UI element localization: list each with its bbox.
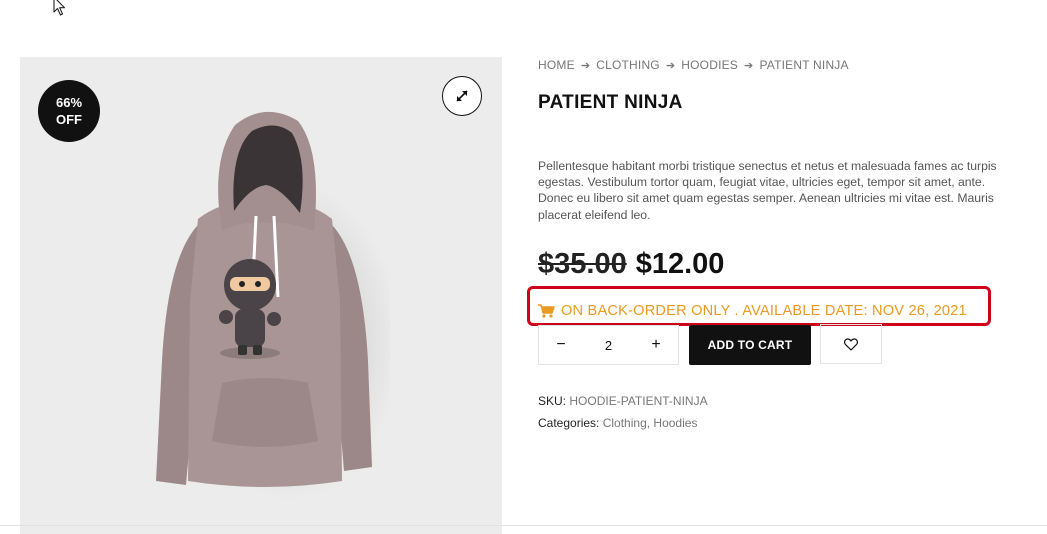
sale-price: $12.00 bbox=[635, 248, 725, 280]
sku-label: SKU: bbox=[538, 394, 567, 408]
old-price: $35.00 bbox=[538, 248, 627, 280]
sale-badge-text: OFF bbox=[56, 112, 82, 127]
product-title: PATIENT NINJA bbox=[538, 92, 683, 113]
quantity-decrease-button[interactable]: − bbox=[539, 326, 583, 364]
arrow-right-icon: ➔ bbox=[744, 59, 754, 72]
sale-badge: 66% OFF bbox=[38, 80, 100, 142]
stock-notice: ON BACK-ORDER ONLY . AVAILABLE DATE: NOV… bbox=[538, 303, 967, 319]
breadcrumb-clothing[interactable]: CLOTHING bbox=[596, 58, 660, 72]
sku-line: SKU: HOODIE-PATIENT-NINJA bbox=[538, 394, 708, 408]
sku-value: HOODIE-PATIENT-NINJA bbox=[569, 394, 708, 408]
category-link-hoodies[interactable]: Hoodies bbox=[653, 416, 697, 430]
quantity-stepper: − 2 + bbox=[538, 325, 679, 365]
cart-icon bbox=[538, 304, 555, 318]
divider bbox=[0, 525, 1047, 526]
arrow-right-icon: ➔ bbox=[580, 59, 591, 72]
breadcrumb-home[interactable]: HOME bbox=[538, 58, 575, 72]
breadcrumb-current: PATIENT NINJA bbox=[759, 58, 849, 72]
product-image-hoodie bbox=[156, 111, 390, 501]
arrow-right-icon: ➔ bbox=[665, 59, 676, 72]
categories-label: Categories: bbox=[538, 416, 600, 430]
zoom-button[interactable] bbox=[442, 76, 482, 116]
product-image-panel: 66% OFF bbox=[20, 57, 502, 534]
breadcrumb: HOME ➔ CLOTHING ➔ HOODIES ➔ PATIENT NINJ… bbox=[538, 58, 849, 72]
category-link-clothing[interactable]: Clothing bbox=[603, 416, 647, 430]
stock-notice-text: ON BACK-ORDER ONLY . AVAILABLE DATE: NOV… bbox=[561, 303, 967, 319]
product-description: Pellentesque habitant morbi tristique se… bbox=[538, 159, 997, 222]
expand-arrows-icon bbox=[456, 90, 468, 102]
add-to-cart-button[interactable]: ADD TO CART bbox=[689, 325, 811, 365]
mouse-cursor-icon bbox=[53, 0, 66, 16]
price-block: $35.00 $12.00 bbox=[538, 248, 724, 281]
wishlist-button[interactable] bbox=[820, 324, 882, 364]
breadcrumb-hoodies[interactable]: HOODIES bbox=[681, 58, 738, 72]
categories-line: Categories: Clothing, Hoodies bbox=[538, 416, 697, 430]
quantity-value[interactable]: 2 bbox=[583, 338, 634, 353]
sale-badge-percent: 66% bbox=[55, 95, 83, 110]
heart-icon bbox=[844, 337, 858, 351]
quantity-increase-button[interactable]: + bbox=[634, 326, 678, 364]
